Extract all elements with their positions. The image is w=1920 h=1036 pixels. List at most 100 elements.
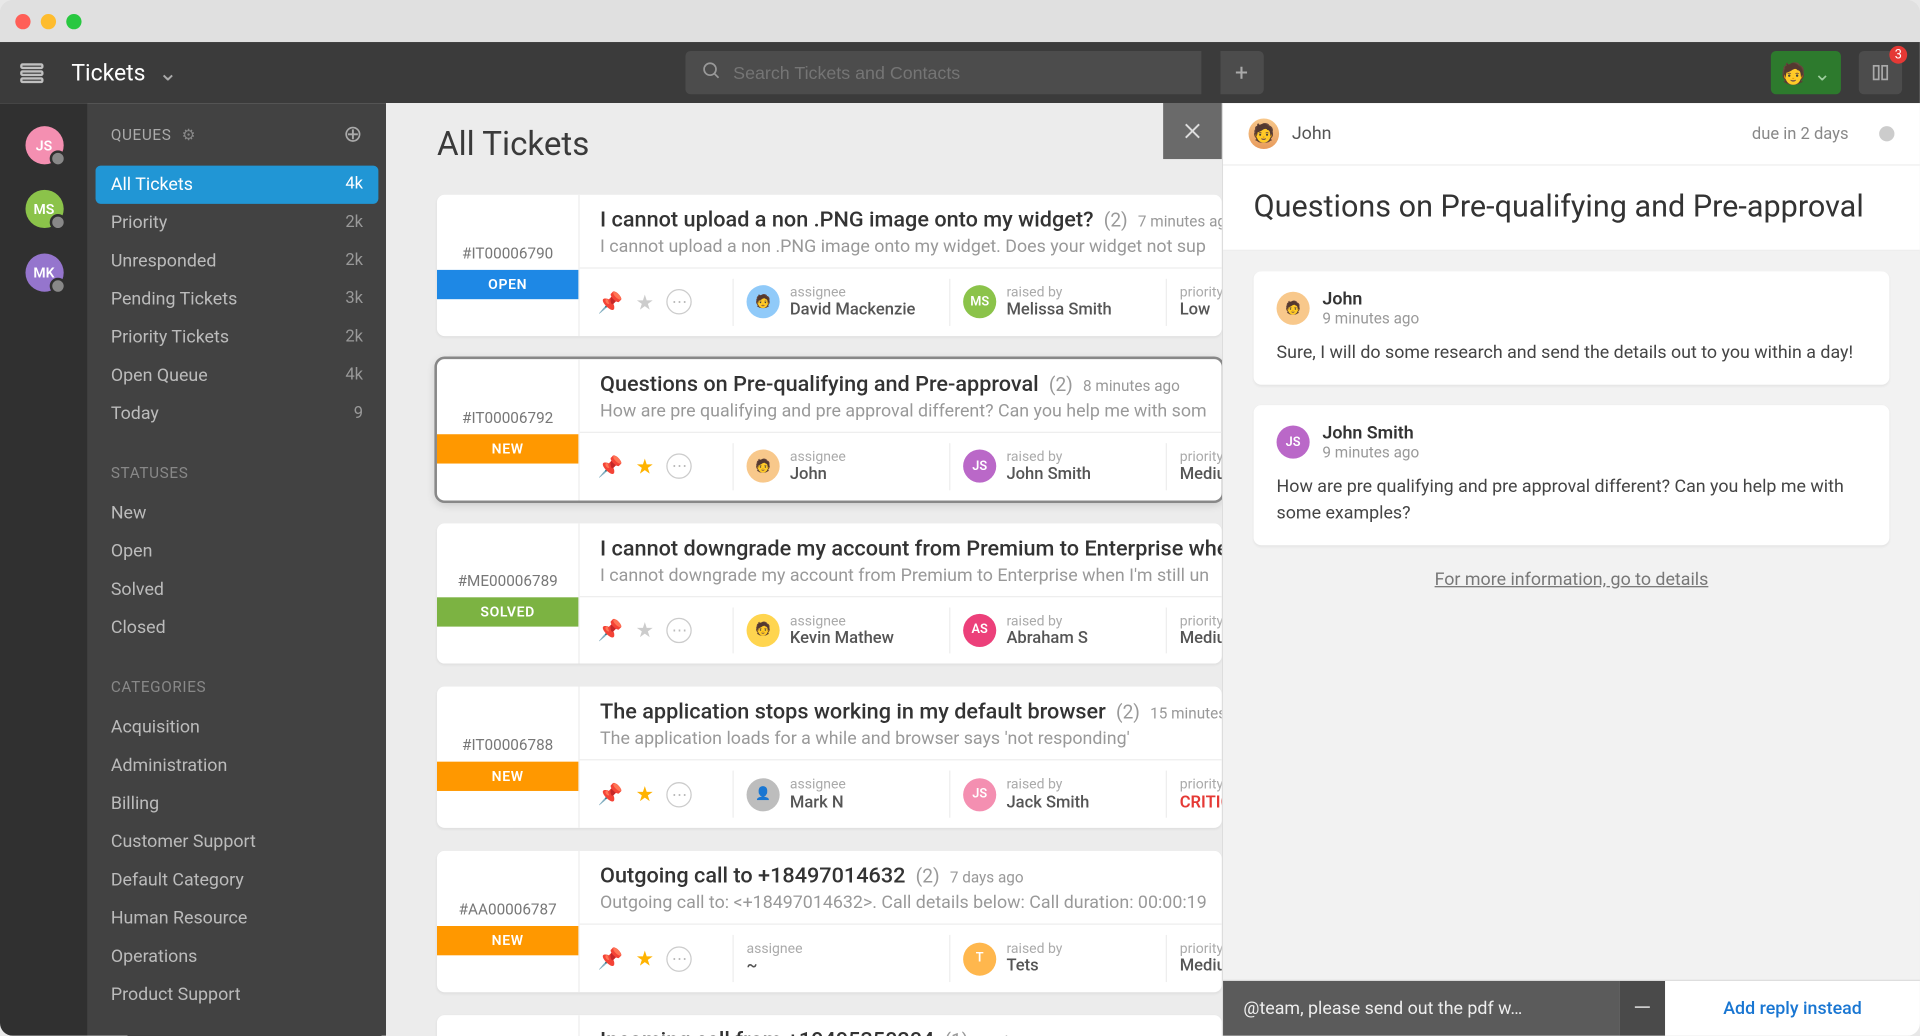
status-pill: OPEN (437, 270, 578, 299)
pin-icon[interactable]: 📌 (598, 947, 623, 971)
queue-count: 9 (354, 404, 363, 424)
sidebar-queue-item[interactable]: Unresponded2k (88, 242, 386, 280)
menu-icon[interactable] (18, 59, 54, 87)
raised-label: raised by (1006, 940, 1062, 957)
ticket-preview: I cannot downgrade my account from Premi… (600, 565, 1222, 585)
ticket-id: #AA00006787 (459, 888, 557, 926)
sidebar-queue-item[interactable]: Open Queue4k (88, 357, 386, 395)
category-label: Administration (111, 755, 227, 775)
notifications-button[interactable]: 3 (1859, 51, 1902, 94)
window-close-dot[interactable] (15, 13, 30, 28)
pin-icon[interactable]: 📌 (598, 618, 623, 642)
star-icon[interactable]: ★ (636, 618, 654, 642)
raised-avatar: AS (963, 614, 996, 647)
more-icon[interactable]: ⋯ (667, 946, 692, 971)
chevron-down-icon: ⌄ (1814, 61, 1831, 85)
ticket-card[interactable]: #IT00006792 NEW Questions on Pre-qualify… (437, 359, 1222, 500)
category-label: Customer Support (111, 832, 256, 852)
status-pill: SOLVED (437, 598, 578, 627)
close-panel-button[interactable] (1163, 103, 1222, 159)
sidebar-category-item[interactable]: Customer Support (88, 823, 386, 861)
rail-avatar[interactable]: MS (25, 190, 63, 228)
ticket-card[interactable]: #IT00006788 NEW The application stops wo… (437, 687, 1222, 828)
priority-label: priority (1180, 940, 1222, 957)
sidebar-category-item[interactable]: Operations (88, 938, 386, 976)
ticket-reply-count: (1) (945, 1029, 969, 1035)
rail-avatar[interactable]: JS (25, 126, 63, 164)
gear-icon[interactable]: ⚙ (182, 125, 196, 143)
star-icon[interactable]: ★ (636, 454, 654, 478)
rail-avatar[interactable]: MK (25, 254, 63, 292)
sidebar-queue-item[interactable]: Pending Tickets3k (88, 280, 386, 318)
ticket-reply-count: (2) (916, 865, 940, 888)
ticket-card[interactable]: #IT00006790 OPEN I cannot upload a non .… (437, 195, 1222, 336)
search-box[interactable] (685, 51, 1201, 94)
sidebar-queue-item[interactable]: Priority2k (88, 204, 386, 242)
sidebar-status-item[interactable]: Solved (88, 571, 386, 609)
queue-label: Priority Tickets (111, 327, 229, 347)
sidebar: QUEUES ⚙ ⊕ All Tickets4kPriority2kUnresp… (88, 103, 386, 1036)
raised-avatar: JS (963, 450, 996, 483)
ticket-card[interactable]: #AA00006787 NEW Outgoing call to +184970… (437, 851, 1222, 992)
ticket-left: #ME00006789 SOLVED (437, 523, 580, 664)
notif-badge: 3 (1889, 46, 1907, 64)
categories-header: CATEGORIES (88, 647, 386, 708)
assignee-label: assignee (790, 776, 846, 793)
statuses-header: STATUSES (88, 433, 386, 494)
ticket-time: 7 minutes ago (1138, 213, 1222, 231)
sidebar-category-item[interactable]: Product Support (88, 976, 386, 1014)
sidebar-status-item[interactable]: Open (88, 533, 386, 571)
pin-icon[interactable]: 📌 (598, 454, 623, 478)
star-icon[interactable]: ★ (636, 290, 654, 314)
raised-avatar: MS (963, 286, 996, 319)
raised-avatar: T (963, 942, 996, 975)
sidebar-category-item[interactable]: Acquisition (88, 708, 386, 746)
reply-draft-preview[interactable]: @team, please send out the pdf w… (1223, 981, 1619, 1036)
go-to-details-link[interactable]: For more information, go to details (1435, 569, 1709, 589)
sidebar-queue-item[interactable]: Today9 (88, 395, 386, 433)
ticket-left: #IT00006790 OPEN (437, 195, 580, 336)
star-icon[interactable]: ★ (636, 783, 654, 807)
minimize-reply-button[interactable]: — (1619, 981, 1665, 1036)
add-button[interactable]: + (1220, 51, 1263, 94)
window-min-dot[interactable] (41, 13, 56, 28)
assignee-avatar: 🧑 (747, 614, 780, 647)
sidebar-queue-item[interactable]: Priority Tickets2k (88, 319, 386, 357)
add-reply-button[interactable]: Add reply instead (1665, 981, 1920, 1036)
ticket-title: The application stops working in my defa… (600, 700, 1106, 725)
more-icon[interactable]: ⋯ (667, 290, 692, 315)
detail-panel: 🧑 John due in 2 days Questions on Pre-qu… (1222, 103, 1920, 1036)
ticket-title: Incoming call from +19495350204 (600, 1028, 934, 1036)
window-max-dot[interactable] (66, 13, 81, 28)
star-icon[interactable]: ★ (636, 947, 654, 971)
sidebar-queue-item[interactable]: All Tickets4k (96, 166, 379, 204)
sidebar-category-item[interactable]: Default Category (88, 861, 386, 899)
more-icon[interactable]: ⋯ (667, 618, 692, 643)
search-input[interactable] (733, 62, 1185, 82)
raised-label: raised by (1006, 612, 1087, 629)
priority-value: Low (1180, 301, 1222, 321)
sidebar-category-item[interactable]: Administration (88, 747, 386, 785)
more-icon[interactable]: ⋯ (667, 454, 692, 479)
queue-count: 3k (345, 289, 363, 309)
section-dropdown[interactable]: Tickets ⌄ (71, 59, 177, 86)
ticket-card[interactable]: #AA00006786 Incoming call from +19495350… (437, 1015, 1222, 1036)
status-label: Solved (111, 580, 164, 600)
ticket-time: 7 days ago (950, 869, 1024, 887)
assignee-label: assignee (790, 284, 916, 301)
user-menu[interactable]: 🧑 ⌄ (1770, 51, 1840, 94)
ticket-card[interactable]: #ME00006789 SOLVED I cannot downgrade my… (437, 523, 1222, 664)
sidebar-category-item[interactable]: Billing (88, 785, 386, 823)
pin-icon[interactable]: 📌 (598, 783, 623, 807)
sidebar-status-item[interactable]: New (88, 494, 386, 532)
msg-time: 9 minutes ago (1322, 310, 1419, 328)
pin-icon[interactable]: 📌 (598, 290, 623, 314)
ticket-id: #IT00006790 (462, 232, 553, 270)
sidebar-category-item[interactable]: Human Resource (88, 899, 386, 937)
sidebar-status-item[interactable]: Closed (88, 609, 386, 647)
ticket-preview: How are pre qualifying and pre approval … (600, 401, 1222, 421)
assignee-label: assignee (747, 940, 803, 957)
queue-label: Priority (111, 213, 167, 233)
add-queue-icon[interactable]: ⊕ (343, 121, 363, 148)
more-icon[interactable]: ⋯ (667, 782, 692, 807)
